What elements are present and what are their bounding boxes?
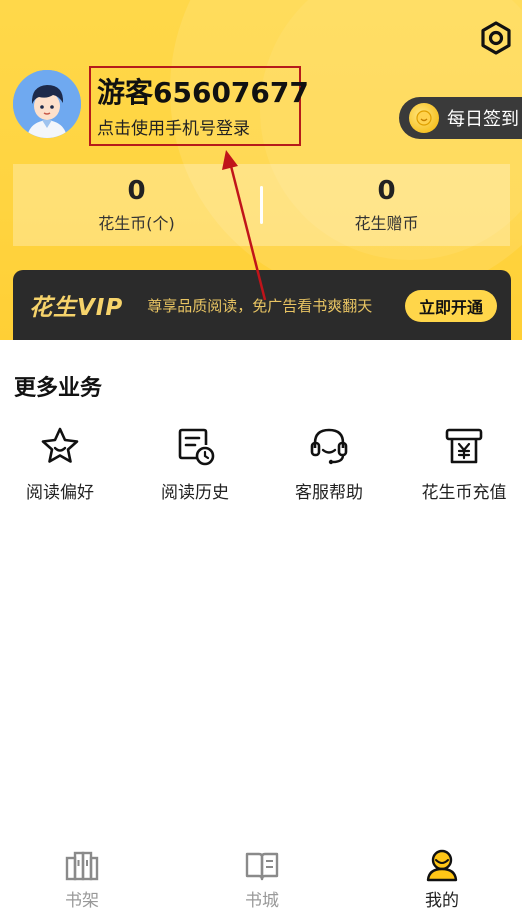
service-reading-history[interactable]: 阅读历史 bbox=[135, 420, 255, 503]
headset-icon bbox=[310, 428, 348, 465]
star-icon bbox=[41, 427, 79, 463]
coin-balance-panel: 0 花生币(个) 0 花生赠币 bbox=[13, 164, 510, 246]
bottom-tab-bar: 书架 书城 我的 bbox=[0, 840, 522, 918]
service-label: 阅读历史 bbox=[161, 483, 229, 503]
tab-label: 书城 bbox=[245, 891, 279, 911]
gear-icon[interactable] bbox=[478, 20, 514, 56]
book-icon bbox=[245, 852, 279, 881]
profile-icon bbox=[426, 849, 458, 882]
vip-logo: 花生VIP bbox=[29, 295, 124, 321]
vip-description: 尊享品质阅读，免广告看书爽翻天 bbox=[147, 296, 373, 315]
history-icon bbox=[178, 428, 215, 466]
service-label: 阅读偏好 bbox=[26, 483, 94, 503]
username: 游客65607677 bbox=[97, 76, 309, 109]
service-label: 花生币充值 bbox=[421, 483, 507, 503]
more-services-title: 更多业务 bbox=[14, 376, 103, 401]
tab-label: 书架 bbox=[65, 891, 99, 911]
tab-mine[interactable]: 我的 bbox=[382, 840, 502, 911]
bookshelf-icon bbox=[65, 851, 99, 881]
service-label: 客服帮助 bbox=[295, 483, 363, 503]
tab-bookstore[interactable]: 书城 bbox=[202, 840, 322, 911]
user-info[interactable]: 游客65607677 点击使用手机号登录 bbox=[89, 66, 309, 146]
service-reading-preference[interactable]: 阅读偏好 bbox=[0, 420, 120, 503]
vip-banner[interactable]: 花生VIP 尊享品质阅读，免广告看书爽翻天 立即开通 bbox=[13, 270, 511, 340]
profile-header: 游客65607677 点击使用手机号登录 每日签到 0 花生币(个) 0 花生赠… bbox=[0, 0, 522, 340]
gift-coin-balance[interactable]: 0 花生赠币 bbox=[263, 176, 510, 234]
avatar[interactable] bbox=[13, 70, 81, 138]
coin-icon bbox=[409, 103, 439, 133]
service-coin-recharge[interactable]: 花生币充值 bbox=[404, 420, 522, 503]
vip-subscribe-button[interactable]: 立即开通 bbox=[404, 290, 497, 322]
peanut-coin-value: 0 bbox=[127, 176, 146, 206]
service-customer-help[interactable]: 客服帮助 bbox=[269, 420, 389, 503]
gift-coin-label: 花生赠币 bbox=[354, 214, 419, 233]
peanut-coin-balance[interactable]: 0 花生币(个) bbox=[13, 176, 260, 234]
tab-label: 我的 bbox=[425, 891, 459, 911]
checkin-label: 每日签到 bbox=[447, 109, 519, 130]
peanut-coin-label: 花生币(个) bbox=[98, 214, 175, 233]
more-services-grid: 阅读偏好 阅读历史 客服帮助 花生币充值 bbox=[0, 420, 522, 510]
gift-coin-value: 0 bbox=[377, 176, 396, 206]
daily-checkin-button[interactable]: 每日签到 bbox=[399, 97, 522, 139]
login-hint[interactable]: 点击使用手机号登录 bbox=[97, 114, 299, 139]
recharge-icon bbox=[445, 428, 483, 464]
tab-bookshelf[interactable]: 书架 bbox=[22, 840, 142, 911]
